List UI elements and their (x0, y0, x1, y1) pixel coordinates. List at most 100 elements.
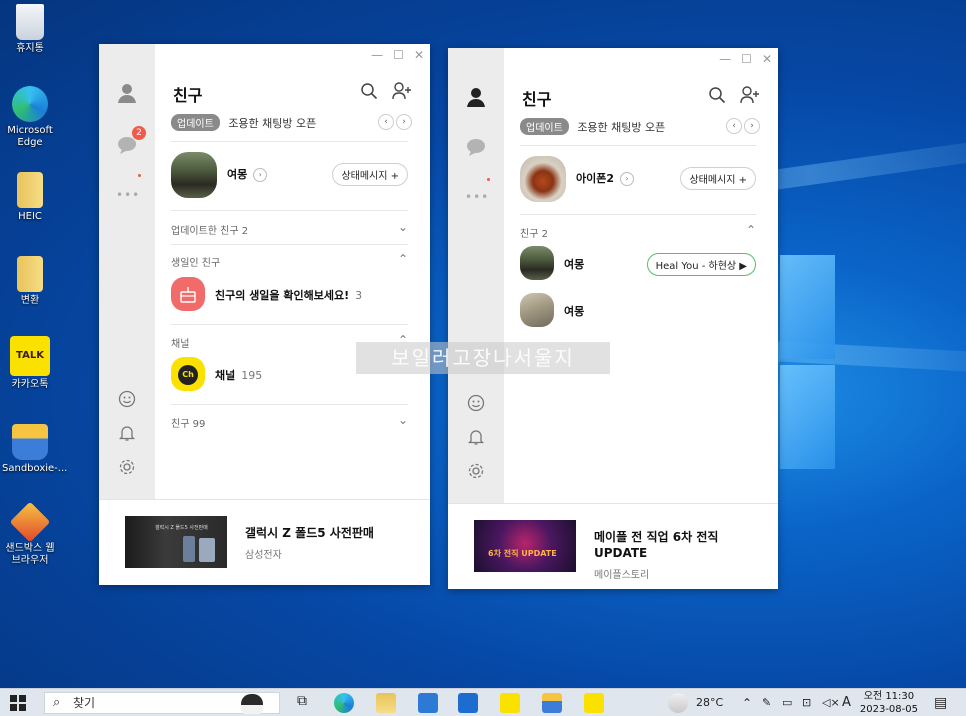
add-friend-icon[interactable] (392, 82, 412, 105)
recycle-bin-icon (16, 4, 44, 40)
section-updated-friends[interactable]: 업데이트한 친구 2 ⌄ (171, 220, 408, 237)
divider (520, 214, 756, 215)
birthday-text: 친구의 생일을 확인해보세요! (215, 289, 350, 302)
desktop-icon-convert[interactable]: 변환 (2, 256, 58, 307)
ime-indicator[interactable]: A (842, 689, 851, 716)
divider (520, 145, 756, 146)
weather-temp[interactable]: 28°C (696, 689, 723, 716)
chevron-left-icon[interactable]: ‹ (378, 114, 394, 130)
more-tab-icon[interactable]: ••• (116, 184, 139, 206)
friends-tab-icon[interactable] (465, 86, 487, 108)
sidebar: ••• (448, 48, 504, 503)
birthday-count: 3 (355, 289, 363, 302)
avatar (520, 293, 554, 327)
divider (171, 141, 408, 142)
profile-name: 여몽 (227, 168, 248, 181)
divider (171, 210, 408, 211)
kakaotalk-icon: TALK (10, 336, 50, 376)
desktop-icon-heic[interactable]: HEIC (2, 172, 58, 223)
pen-icon[interactable]: ✎ (762, 689, 771, 716)
divider (171, 324, 408, 325)
taskbar: ⌕ 찾기 ⧉ 28°C ⌃ ✎ ▭ ⊡ ◁× A 오전 11:30 2023-0… (0, 688, 966, 716)
chevron-right-icon[interactable]: › (396, 114, 412, 130)
file-explorer-icon[interactable] (376, 693, 396, 713)
taskbar-search[interactable]: ⌕ 찾기 (44, 692, 280, 714)
desktop-icon-kakaotalk[interactable]: TALK 카카오톡 (2, 336, 58, 391)
mail-icon[interactable] (458, 693, 478, 713)
header-tools (708, 86, 760, 109)
search-icon[interactable] (708, 86, 726, 109)
update-notice[interactable]: 업데이트 조용한 채팅방 오픈 ‹ › (171, 114, 412, 132)
battery-icon[interactable]: ▭ (782, 689, 792, 716)
section-friends[interactable]: 친구 99 ⌄ (171, 413, 408, 430)
chat-tab-icon[interactable] (465, 136, 487, 158)
sandboxie-icon (12, 424, 48, 460)
chevron-right-icon: › (620, 172, 635, 186)
notification-icon[interactable]: ▤ (934, 689, 947, 716)
chevron-right-icon[interactable]: › (744, 118, 760, 134)
emoticon-icon[interactable] (116, 390, 138, 412)
volume-muted-icon[interactable]: ◁× (822, 689, 840, 716)
kakaotalk-icon[interactable] (584, 693, 604, 713)
divider (171, 404, 408, 405)
friend-row[interactable]: 여몽 Heal You - 하현상 ▶ (520, 246, 756, 282)
more-tab-icon[interactable]: ••• (465, 186, 488, 208)
search-icon[interactable] (360, 82, 378, 105)
ad-advertiser: 삼성전자 (245, 550, 282, 561)
ad-title: 갤럭시 Z 폴드5 사전판매 (245, 526, 374, 540)
notice-arrows: ‹ › (378, 114, 412, 130)
friends-tab-icon[interactable] (116, 82, 138, 104)
settings-gear-icon[interactable] (465, 462, 487, 484)
my-profile[interactable]: 아이폰2 › 상태메시지 + (520, 156, 756, 202)
avatar (520, 156, 566, 202)
chevron-up-icon: ⌃ (745, 223, 756, 237)
update-notice[interactable]: 업데이트 조용한 채팅방 오픈 ‹ › (520, 118, 760, 136)
desktop-icon-edge[interactable]: Microsoft Edge (2, 86, 58, 149)
friend-name: 여몽 (564, 258, 585, 271)
status-message-button[interactable]: 상태메시지 + (332, 163, 408, 186)
notice-arrows: ‹ › (726, 118, 760, 134)
ad-advertiser: 메이플스토리 (594, 570, 650, 581)
ad-banner[interactable]: 갤럭시 Z 폴드5 사전판매 갤럭시 Z 폴드5 사전판매 삼성전자 (99, 499, 430, 585)
kakaotalk-icon[interactable] (500, 693, 520, 713)
friends-panel: 친구 업데이트 조용한 채팅방 오픈 ‹ › 여몽 › 상태메시지 + 업데이트한… (155, 44, 430, 499)
channel-icon: Ch (171, 357, 205, 391)
windows-start-icon[interactable] (10, 695, 26, 711)
my-profile[interactable]: 여몽 › 상태메시지 + (171, 152, 408, 198)
desktop-icon-recycle-bin[interactable]: 휴지통 (2, 4, 58, 55)
bell-icon[interactable] (116, 424, 138, 446)
new-dot (487, 178, 490, 181)
avatar (520, 246, 554, 280)
section-friends[interactable]: 친구 2 ⌃ (520, 223, 756, 240)
emoticon-icon[interactable] (465, 394, 487, 416)
profile-music-button[interactable]: Heal You - 하현상 ▶ (646, 253, 756, 276)
ad-title: 메이플 전 직업 6차 전직 UPDATE (594, 530, 719, 560)
bell-icon[interactable] (465, 428, 487, 450)
sandboxie-icon[interactable] (542, 693, 562, 713)
chevron-up-icon[interactable]: ⌃ (742, 689, 752, 716)
section-label: 친구 99 (171, 419, 206, 430)
network-icon[interactable]: ⊡ (802, 689, 811, 716)
weather-icon[interactable] (668, 693, 688, 713)
add-friend-icon[interactable] (740, 86, 760, 109)
birthday-cake-icon (171, 277, 205, 311)
status-message-button[interactable]: 상태메시지 + (680, 167, 756, 190)
page-title: 친구 (173, 86, 203, 105)
folder-icon (17, 172, 43, 208)
friend-row[interactable]: 여몽 (520, 293, 756, 329)
section-birthday[interactable]: 생일인 친구 ⌃ (171, 252, 408, 269)
sidebar: 2 ••• (99, 44, 155, 499)
notice-tag: 업데이트 (171, 114, 220, 131)
chevron-left-icon[interactable]: ‹ (726, 118, 742, 134)
desktop-icon-sandboxie[interactable]: Sandboxie-... (2, 424, 67, 475)
edge-icon[interactable] (334, 693, 354, 713)
birthday-row[interactable]: 친구의 생일을 확인해보세요! 3 (171, 277, 408, 313)
avatar (171, 152, 217, 198)
ad-banner[interactable]: 6차 전직 UPDATE 메이플 전 직업 6차 전직 UPDATE 메이플스토… (448, 503, 778, 589)
desktop-icon-sandbox-browser[interactable]: 샌드박스 웹 브라우저 (2, 501, 58, 567)
settings-gear-icon[interactable] (116, 458, 138, 480)
store-icon[interactable] (418, 693, 438, 713)
task-view-icon[interactable]: ⧉ (292, 693, 312, 713)
search-placeholder: 찾기 (73, 696, 96, 710)
taskbar-clock[interactable]: 오전 11:30 2023-08-05 (860, 690, 918, 716)
